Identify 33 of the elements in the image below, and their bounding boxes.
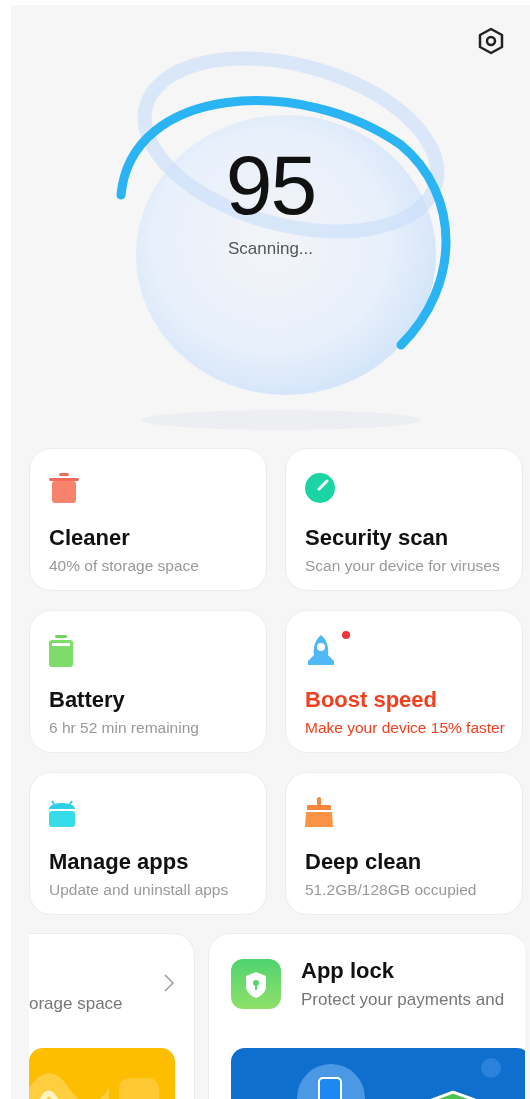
rocket-icon bbox=[305, 635, 337, 667]
tool-card[interactable]: Manage apps Update and uninstall apps bbox=[29, 772, 267, 915]
score-number: 95 bbox=[225, 143, 316, 227]
shield-lock-icon bbox=[231, 959, 281, 1009]
feature-subtitle: Protect your payments and bbox=[301, 990, 505, 1010]
tool-subtitle: Scan your device for viruses bbox=[305, 557, 501, 575]
tool-title: Cleaner bbox=[49, 525, 131, 551]
brush-icon bbox=[305, 797, 333, 827]
tool-title: Manage apps bbox=[49, 849, 190, 875]
tool-title: Deep clean bbox=[305, 849, 423, 875]
tool-card[interactable]: Boost speed Make your device 15% faster bbox=[285, 610, 523, 753]
tool-title: Security scan bbox=[305, 525, 450, 551]
tool-subtitle: 51.2GB/128GB occupied bbox=[305, 881, 478, 899]
settings-icon[interactable] bbox=[478, 27, 504, 55]
feature-card[interactable]: orage space bbox=[29, 933, 195, 1099]
battery-icon bbox=[49, 635, 73, 667]
tool-subtitle: 6 hr 52 min remaining bbox=[49, 719, 200, 737]
feature-card[interactable]: App lock Protect your payments and bbox=[208, 933, 525, 1099]
tool-card[interactable]: Cleaner 40% of storage space bbox=[29, 448, 267, 591]
tool-title: Battery bbox=[49, 687, 126, 713]
feature-title: App lock bbox=[301, 958, 395, 984]
tool-card[interactable]: Security scan Scan your device for viruses bbox=[285, 448, 523, 591]
gauge-icon bbox=[305, 473, 335, 503]
tool-title: Boost speed bbox=[305, 687, 439, 713]
trash-icon bbox=[49, 473, 79, 503]
feature-subtitle: orage space bbox=[29, 994, 123, 1014]
scan-status: Scanning... bbox=[227, 239, 314, 259]
tool-subtitle: Update and uninstall apps bbox=[49, 881, 230, 899]
tool-subtitle: 40% of storage space bbox=[49, 557, 200, 575]
tool-card[interactable]: Deep clean 51.2GB/128GB occupied bbox=[285, 772, 523, 915]
tool-card[interactable]: Battery 6 hr 52 min remaining bbox=[29, 610, 267, 753]
chevron-right-icon bbox=[164, 974, 174, 992]
tool-subtitle: Make your device 15% faster bbox=[305, 719, 506, 737]
